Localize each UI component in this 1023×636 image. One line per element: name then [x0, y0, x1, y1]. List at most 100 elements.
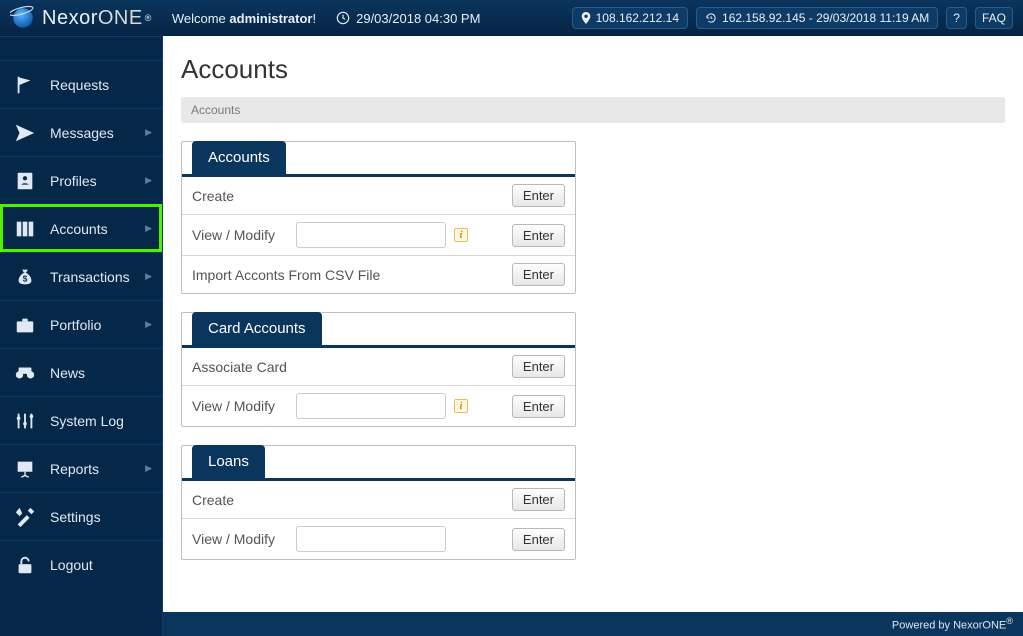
enter-button[interactable]: Enter: [512, 528, 565, 551]
page-title: Accounts: [181, 54, 1005, 85]
accounts-viewmodify-input[interactable]: [296, 222, 446, 248]
panel-tab-card: Card Accounts: [192, 312, 322, 345]
header-datetime-text: 29/03/2018 04:30 PM: [356, 11, 480, 26]
chevron-right-icon: ▶: [145, 319, 152, 330]
row-accounts-viewmodify: View / Modify i Enter: [182, 215, 575, 256]
ip-prev-text: 162.158.92.145 - 29/03/2018 11:19 AM: [722, 11, 929, 25]
panel-loans: Loans Create Enter View / Modify Enter: [181, 445, 576, 560]
sidebar-item-profiles[interactable]: Profiles ▶: [0, 156, 162, 204]
enter-button[interactable]: Enter: [512, 184, 565, 207]
flag-icon: [14, 74, 36, 96]
enter-button[interactable]: Enter: [512, 224, 565, 247]
sidebar-item-logout[interactable]: Logout: [0, 540, 162, 588]
sidebar-item-systemlog[interactable]: System Log: [0, 396, 162, 444]
news-icon: [14, 362, 36, 384]
sidebar-item-label: Settings: [50, 509, 101, 525]
brand-name-b: ONE: [98, 7, 143, 30]
clock-icon: [336, 11, 350, 25]
send-icon: [14, 122, 36, 144]
enter-button[interactable]: Enter: [512, 488, 565, 511]
sidebar-item-news[interactable]: News: [0, 348, 162, 396]
brand-reg: ®: [145, 13, 152, 23]
sidebar: Requests Messages ▶ Profiles ▶ Accounts …: [0, 36, 162, 636]
sidebar-item-reports[interactable]: Reports ▶: [0, 444, 162, 492]
breadcrumb: Accounts: [181, 97, 1005, 123]
panel-tab-accounts: Accounts: [192, 141, 286, 174]
info-icon[interactable]: i: [454, 399, 468, 413]
row-label: View / Modify: [192, 531, 290, 547]
header-datetime: 29/03/2018 04:30 PM: [336, 11, 480, 26]
tools-icon: [14, 506, 36, 528]
footer-reg: ®: [1006, 616, 1013, 626]
enter-button[interactable]: Enter: [512, 395, 565, 418]
footer-text: Powered by NexorONE: [892, 620, 1006, 632]
chevron-right-icon: ▶: [145, 463, 152, 474]
faq-button[interactable]: FAQ: [975, 7, 1013, 29]
welcome-user: administrator: [229, 11, 312, 26]
sidebar-item-label: Profiles: [50, 173, 97, 189]
loans-viewmodify-input[interactable]: [296, 526, 446, 552]
panel-card-accounts: Card Accounts Associate Card Enter View …: [181, 312, 576, 427]
pin-icon: [581, 12, 591, 24]
sidebar-item-label: Transactions: [50, 269, 130, 285]
ip-prev-chip[interactable]: 162.158.92.145 - 29/03/2018 11:19 AM: [696, 7, 938, 29]
sidebar-item-label: Portfolio: [50, 317, 101, 333]
briefcase-icon: [14, 314, 36, 336]
sidebar-item-label: Accounts: [50, 221, 108, 237]
welcome-post: !: [312, 11, 316, 26]
presentation-icon: [14, 458, 36, 480]
chevron-right-icon: ▶: [145, 127, 152, 138]
sidebar-item-messages[interactable]: Messages ▶: [0, 108, 162, 156]
ip-current-text: 108.162.212.14: [596, 11, 679, 25]
enter-button[interactable]: Enter: [512, 355, 565, 378]
chevron-right-icon: ▶: [145, 175, 152, 186]
enter-button[interactable]: Enter: [512, 263, 565, 286]
topbar: NexorONE® Welcome administrator! 29/03/2…: [0, 0, 1023, 36]
help-text: ?: [953, 11, 960, 25]
sidebar-item-transactions[interactable]: $ Transactions ▶: [0, 252, 162, 300]
row-label: View / Modify: [192, 227, 290, 243]
money-bag-icon: $: [14, 266, 36, 288]
info-icon[interactable]: i: [454, 228, 468, 242]
profile-icon: [14, 170, 36, 192]
row-card-associate: Associate Card Enter: [182, 348, 575, 386]
sidebar-item-label: News: [50, 365, 85, 381]
sidebar-item-settings[interactable]: Settings: [0, 492, 162, 540]
history-icon: [705, 12, 717, 24]
topbar-right: 108.162.212.14 162.158.92.145 - 29/03/20…: [572, 7, 1013, 29]
row-label: Create: [192, 188, 290, 204]
row-accounts-create: Create Enter: [182, 177, 575, 215]
sidebar-item-label: Reports: [50, 461, 99, 477]
globe-icon: [10, 5, 36, 31]
row-loans-viewmodify: View / Modify Enter: [182, 519, 575, 559]
sliders-icon: [14, 410, 36, 432]
faq-text: FAQ: [982, 11, 1006, 25]
chevron-right-icon: ▶: [145, 271, 152, 282]
welcome-pre: Welcome: [172, 11, 230, 26]
main: Accounts Accounts Accounts Create Enter …: [162, 36, 1023, 636]
sidebar-item-label: Messages: [50, 125, 114, 141]
ip-current-chip[interactable]: 108.162.212.14: [572, 7, 688, 29]
sidebar-item-requests[interactable]: Requests: [0, 60, 162, 108]
brand-logo[interactable]: NexorONE®: [10, 5, 152, 31]
help-button[interactable]: ?: [946, 7, 967, 29]
unlock-icon: [14, 554, 36, 576]
footer: Powered by NexorONE®: [163, 612, 1023, 636]
sidebar-item-accounts[interactable]: Accounts ▶: [0, 204, 162, 252]
card-viewmodify-input[interactable]: [296, 393, 446, 419]
row-card-viewmodify: View / Modify i Enter: [182, 386, 575, 426]
panel-tab-loans: Loans: [192, 445, 265, 478]
row-label: Import Acconts From CSV File: [192, 267, 380, 283]
sidebar-item-label: Requests: [50, 77, 109, 93]
row-label: View / Modify: [192, 398, 290, 414]
row-label: Create: [192, 492, 290, 508]
row-loans-create: Create Enter: [182, 481, 575, 519]
chevron-right-icon: ▶: [145, 223, 152, 234]
row-label: Associate Card: [192, 359, 290, 375]
brand-name-a: Nexor: [42, 7, 98, 30]
sidebar-item-portfolio[interactable]: Portfolio ▶: [0, 300, 162, 348]
svg-text:$: $: [23, 274, 28, 283]
row-accounts-import: Import Acconts From CSV File Enter: [182, 256, 575, 293]
sidebar-item-label: Logout: [50, 557, 93, 573]
books-icon: [14, 218, 36, 240]
